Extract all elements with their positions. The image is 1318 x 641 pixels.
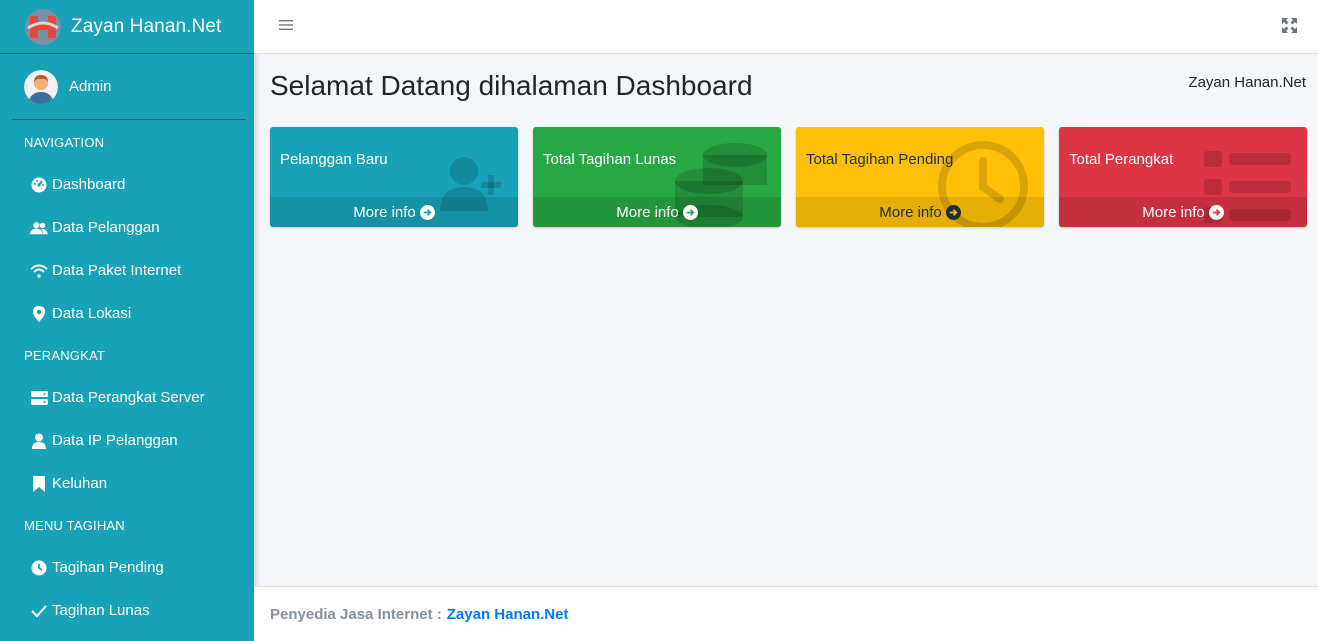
box-pelanggan-baru: Pelanggan Baru More info — [270, 127, 518, 227]
box-title: Total Perangkat — [1069, 151, 1174, 168]
top-navbar — [254, 0, 1318, 54]
check-icon — [30, 602, 48, 620]
box-title: Total Tagihan Pending — [806, 151, 954, 168]
box-title: Total Tagihan Lunas — [543, 151, 677, 168]
sidebar-item-data-lokasi[interactable]: Data Lokasi — [0, 292, 254, 335]
box-total-tagihan-lunas: Total Tagihan Lunas More info — [533, 127, 781, 227]
more-info-label: More info — [879, 203, 942, 221]
map-marker-icon — [30, 305, 48, 323]
more-info-label: More info — [353, 203, 416, 221]
sidebar: Zayan Hanan.Net Admin NAVIGATION Dashboa… — [0, 0, 254, 641]
sidebar-item-label: Dashboard — [52, 176, 126, 193]
users-icon — [30, 219, 48, 237]
breadcrumb: Zayan Hanan.Net — [1188, 74, 1306, 91]
arrow-circle-right-icon — [682, 204, 698, 220]
main-footer: Penyedia Jasa Internet : Zayan Hanan.Net — [254, 586, 1318, 641]
sidebar-item-data-pelanggan[interactable]: Data Pelanggan — [0, 206, 254, 249]
arrow-circle-right-icon — [419, 204, 435, 220]
more-info-label: More info — [616, 203, 679, 221]
sidebar-item-data-ip-pelanggan[interactable]: Data IP Pelanggan — [0, 419, 254, 462]
sidebar-item-keluhan[interactable]: Keluhan — [0, 462, 254, 505]
sidebar-item-data-perangkat-server[interactable]: Data Perangkat Server — [0, 376, 254, 419]
fullscreen-icon[interactable] — [1282, 18, 1297, 33]
footer-label: Penyedia Jasa Internet : — [270, 605, 442, 623]
box-total-perangkat: Total Perangkat More info — [1059, 127, 1307, 227]
nav-header-menu-tagihan: MENU TAGIHAN — [24, 518, 125, 533]
more-info-link[interactable]: More info — [796, 197, 1044, 227]
sidebar-item-label: Data Lokasi — [52, 305, 132, 322]
dashboard-icon — [30, 176, 48, 194]
nav-header-navigation: NAVIGATION — [24, 135, 105, 150]
sidebar-item-tagihan-pending[interactable]: Tagihan Pending — [0, 546, 254, 589]
page-title: Selamat Datang dihalaman Dashboard — [270, 70, 753, 101]
sidebar-item-label: Tagihan Lunas — [52, 602, 150, 619]
arrow-circle-right-icon — [945, 204, 961, 220]
sidebar-item-tagihan-lunas[interactable]: Tagihan Lunas — [0, 589, 254, 632]
wifi-icon — [30, 262, 48, 280]
brand-logo-icon — [25, 8, 61, 45]
user-name: Admin — [69, 78, 112, 95]
sidebar-item-label: Data IP Pelanggan — [52, 432, 178, 449]
box-total-tagihan-pending: Total Tagihan Pending More info — [796, 127, 1044, 227]
sidebar-item-data-paket-internet[interactable]: Data Paket Internet — [0, 249, 254, 292]
sidebar-item-label: Data Perangkat Server — [52, 389, 205, 406]
footer-link[interactable]: Zayan Hanan.Net — [447, 606, 569, 623]
nav-header-perangkat: PERANGKAT — [24, 348, 106, 363]
box-title: Pelanggan Baru — [280, 151, 388, 168]
user-panel[interactable]: Admin — [12, 54, 246, 120]
server-icon — [30, 389, 48, 407]
sidebar-item-label: Data Pelanggan — [52, 219, 160, 236]
sidebar-item-dashboard[interactable]: Dashboard — [0, 163, 254, 206]
menu-toggle-icon[interactable] — [278, 17, 294, 33]
sidebar-item-label: Data Paket Internet — [52, 262, 182, 279]
avatar — [24, 69, 58, 104]
content-header: Selamat Datang dihalaman Dashboard Zayan… — [270, 70, 1306, 106]
arrow-circle-right-icon — [1208, 204, 1224, 220]
sidebar-item-label: Keluhan — [52, 475, 108, 492]
more-info-label: More info — [1142, 203, 1205, 221]
brand-name: Zayan Hanan.Net — [71, 15, 222, 37]
more-info-link[interactable]: More info — [533, 197, 781, 227]
more-info-link[interactable]: More info — [270, 197, 518, 227]
user-icon — [30, 432, 48, 450]
bookmark-icon — [30, 475, 48, 493]
more-info-link[interactable]: More info — [1059, 197, 1307, 227]
clock-icon — [30, 559, 48, 577]
sidebar-item-label: Tagihan Pending — [52, 559, 164, 576]
brand-link[interactable]: Zayan Hanan.Net — [0, 0, 254, 54]
